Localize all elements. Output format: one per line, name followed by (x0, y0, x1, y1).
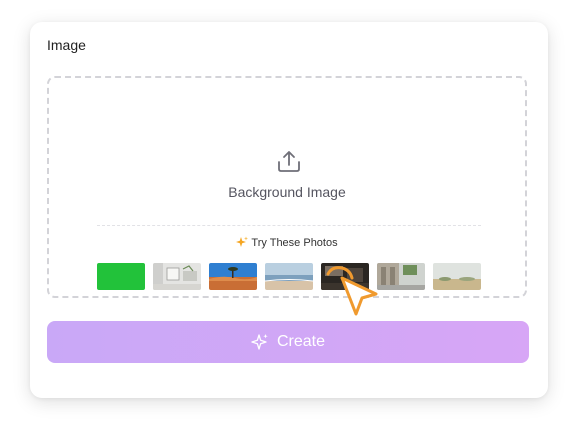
photo-suggestions (97, 263, 497, 291)
photo-thumb-desert-tree[interactable] (209, 263, 257, 290)
try-photos-row: Try These Photos (49, 236, 525, 249)
section-title: Image (47, 37, 86, 53)
sparkle-icon (251, 334, 268, 350)
upload-dropzone[interactable]: Background Image Try These Photos (47, 76, 527, 298)
photo-thumb-field[interactable] (433, 263, 481, 290)
create-label: Create (276, 333, 326, 350)
sparkle-icon (236, 236, 249, 247)
photo-thumb-street-arcade[interactable] (377, 263, 425, 290)
background-image-label: Background Image (228, 184, 346, 200)
pointer-arrow-icon (326, 266, 378, 316)
photo-thumb-white-room[interactable] (153, 263, 201, 290)
upload-icon (278, 151, 300, 172)
image-panel: Image Background Image Try These Photos (30, 22, 548, 398)
photo-thumb-beach[interactable] (265, 263, 313, 290)
divider (97, 225, 481, 226)
photo-thumb-green-screen[interactable] (97, 263, 145, 290)
create-button[interactable]: Create (47, 321, 529, 363)
